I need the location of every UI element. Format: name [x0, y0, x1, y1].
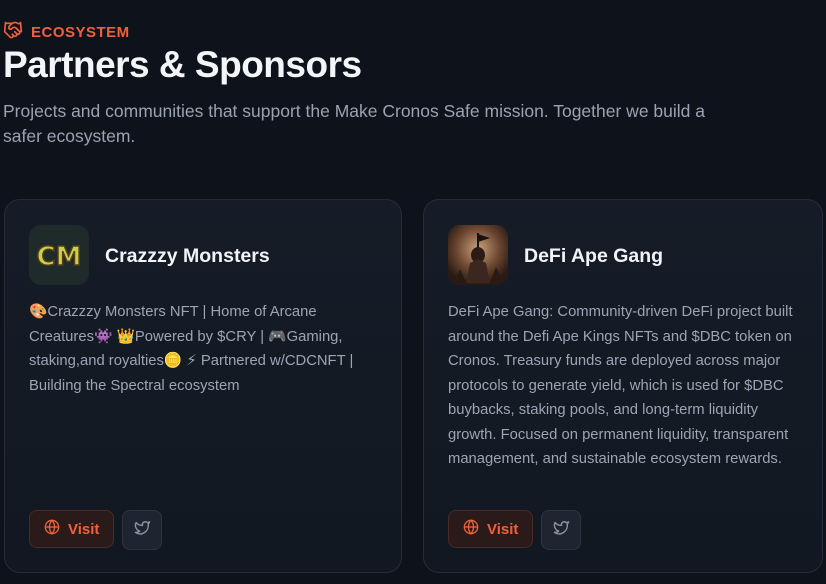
handshake-icon: [3, 20, 23, 44]
twitter-icon: [553, 519, 570, 541]
eyebrow-label: ECOSYSTEM: [31, 23, 130, 41]
partner-card-defi-ape-gang: DeFi Ape Gang DeFi Ape Gang: Community-d…: [423, 199, 823, 573]
twitter-button[interactable]: [122, 510, 162, 550]
visit-button[interactable]: Visit: [29, 510, 115, 548]
page-title: Partners & Sponsors: [3, 44, 362, 85]
twitter-icon: [134, 519, 151, 541]
globe-icon: [463, 519, 479, 539]
visit-button[interactable]: Visit: [448, 510, 534, 548]
logo-text: CM: [37, 242, 82, 272]
partner-logo: [448, 225, 508, 285]
partner-card-crazzzy-monsters: CM Crazzzy Monsters 🎨Crazzzy Monsters NF…: [4, 199, 402, 573]
partner-logo: CM: [29, 225, 89, 285]
visit-label: Visit: [487, 520, 519, 538]
page-subtitle: Projects and communities that support th…: [3, 101, 705, 146]
partner-description: 🎨Crazzzy Monsters NFT | Home of Arcane C…: [29, 304, 354, 394]
twitter-button[interactable]: [541, 510, 581, 550]
globe-icon: [44, 519, 60, 539]
partner-name: Crazzzy Monsters: [105, 245, 270, 267]
partner-description: DeFi Ape Gang: Community-driven DeFi pro…: [448, 304, 793, 467]
section-eyebrow: ECOSYSTEM: [3, 20, 130, 44]
partner-name: DeFi Ape Gang: [524, 245, 664, 267]
visit-label: Visit: [68, 520, 100, 538]
